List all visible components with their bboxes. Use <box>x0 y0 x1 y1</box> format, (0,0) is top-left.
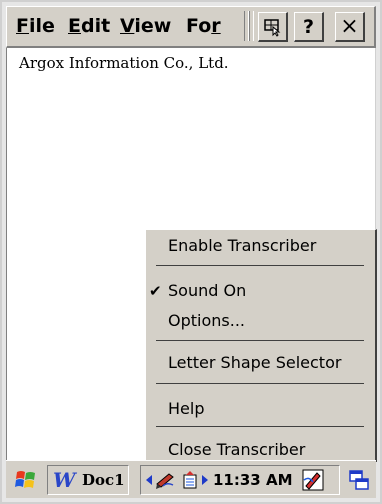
taskbar-doc-button[interactable]: W Doc1 <box>47 465 129 495</box>
help-label: ? <box>302 15 315 38</box>
word-document-icon: W <box>53 469 78 491</box>
menubar-grip <box>249 11 254 41</box>
menu-item-enable-transcriber[interactable]: Enable Transcriber <box>168 236 316 255</box>
document-text: Argox Information Co., Ltd. <box>19 54 229 72</box>
help-button[interactable]: ? <box>294 12 324 42</box>
check-icon: ✔ <box>149 282 162 300</box>
handwriting-input-icon[interactable] <box>301 468 327 492</box>
menu-separator <box>156 340 364 341</box>
menu-item-options[interactable]: Options... <box>168 311 245 330</box>
menu-item-sound-on[interactable]: Sound On <box>168 281 246 300</box>
switch-windows-button[interactable] <box>346 465 372 495</box>
taskbar-doc-label: Doc1 <box>82 471 125 489</box>
menu-view[interactable]: View <box>120 15 171 37</box>
clock[interactable]: 11:33 AM <box>213 471 293 489</box>
menu-item-letter-shape-selector[interactable]: Letter Shape Selector <box>168 353 341 372</box>
menu-separator <box>156 383 364 384</box>
input-method-icon[interactable] <box>181 470 199 490</box>
windows-flag-icon <box>15 471 35 488</box>
taskbar: W Doc1 11:33 AM <box>6 460 376 498</box>
close-icon: × <box>340 14 359 39</box>
menu-item-close-transcriber[interactable]: Close Transcriber <box>168 440 305 459</box>
menu-file[interactable]: File <box>16 15 55 37</box>
menu-separator <box>156 265 364 266</box>
menu-format[interactable]: For <box>186 15 244 37</box>
transcriber-popup-menu: Enable Transcriber ✔ Sound On Options...… <box>145 229 377 462</box>
tray-arrow-right-icon[interactable] <box>201 474 209 486</box>
menu-item-help[interactable]: Help <box>168 399 204 418</box>
input-panel-button[interactable] <box>258 12 288 42</box>
tray-arrow-left-icon[interactable] <box>145 474 153 486</box>
svg-text:W: W <box>53 469 78 491</box>
start-button[interactable] <box>10 465 42 495</box>
menu-separator <box>156 426 364 427</box>
menu-bar: File Edit View For ? × <box>6 6 376 48</box>
close-button[interactable]: × <box>335 12 365 42</box>
system-tray: 11:33 AM <box>140 465 340 495</box>
cascade-windows-icon <box>349 470 369 490</box>
transcriber-pen-icon[interactable] <box>155 470 177 490</box>
input-panel-icon <box>263 18 280 37</box>
menu-edit[interactable]: Edit <box>68 15 110 37</box>
